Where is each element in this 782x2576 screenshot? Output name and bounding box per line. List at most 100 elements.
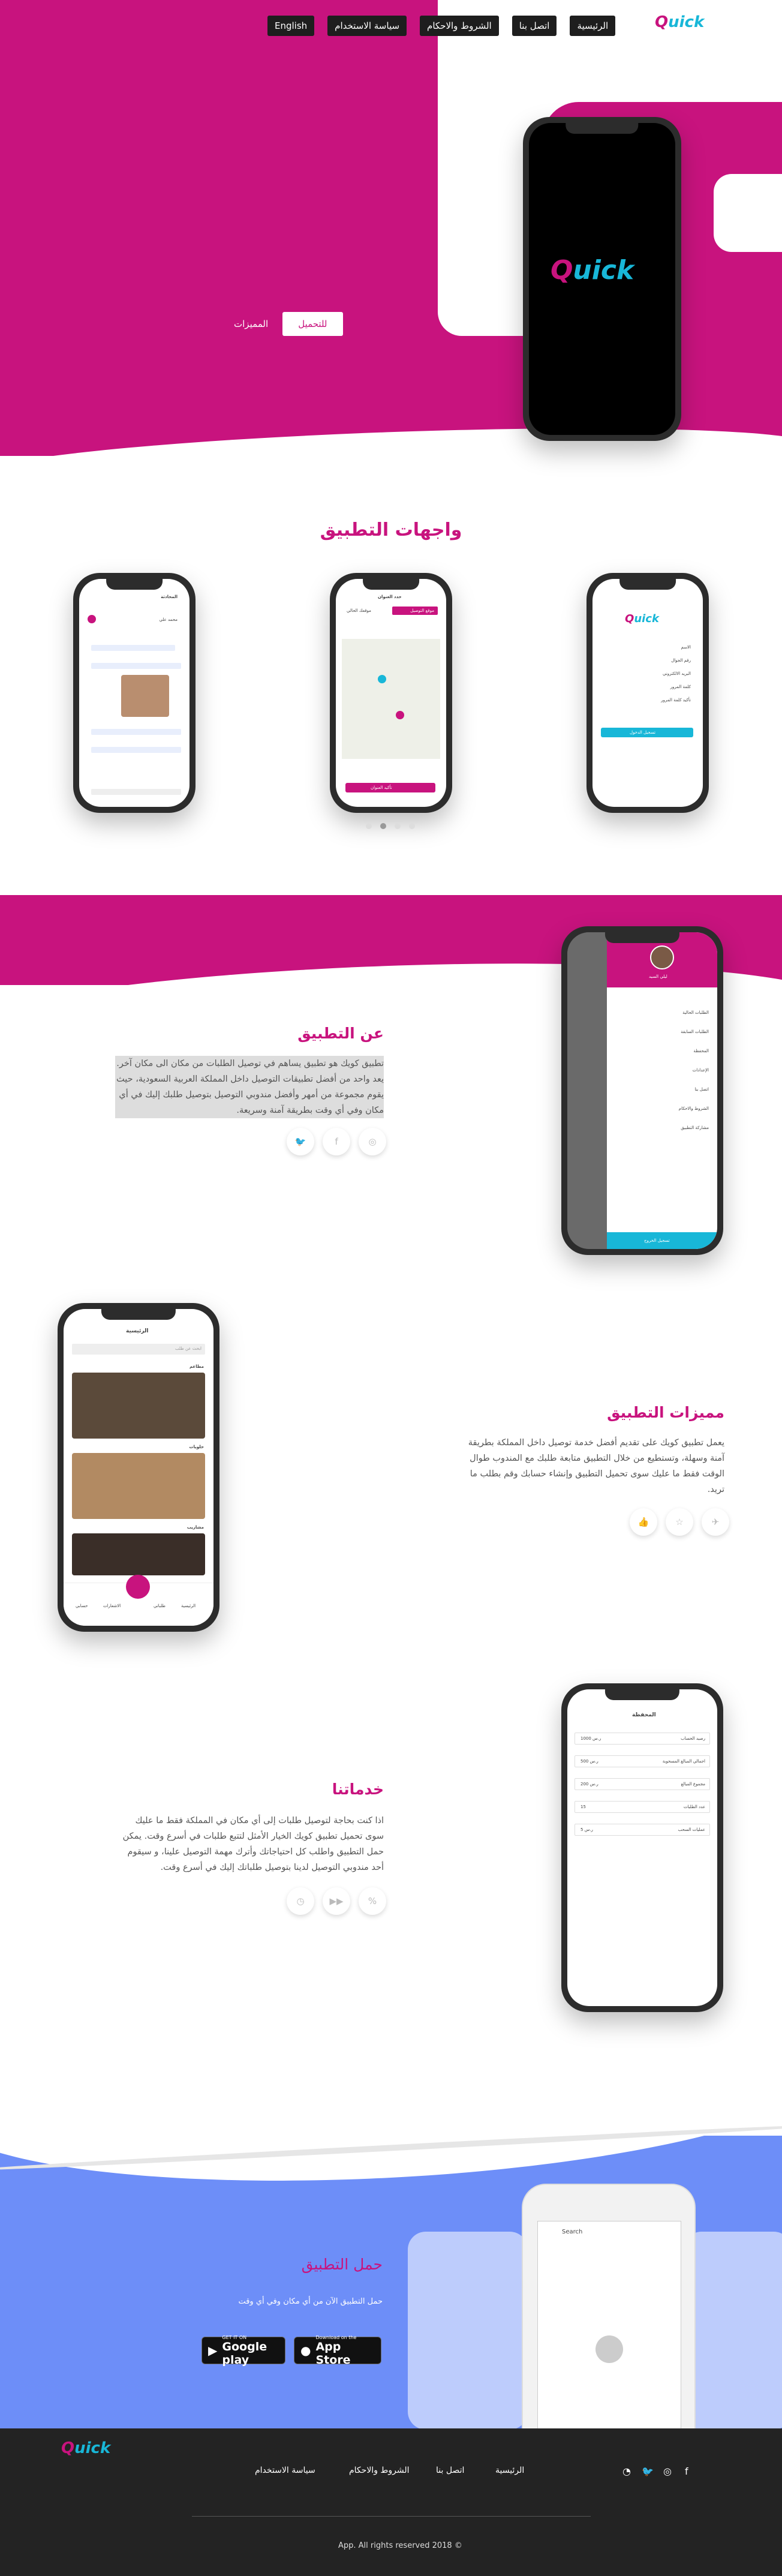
footer-contact[interactable]: اتصل بنا — [436, 2466, 464, 2475]
chat-avatar — [88, 615, 96, 623]
delivery-icon: ▶▶ — [323, 1887, 350, 1915]
carousel-dot[interactable] — [366, 823, 372, 829]
home-section-title: مشاريب — [187, 1525, 204, 1530]
features-link[interactable]: المميزات — [234, 319, 268, 329]
home-section-title: حلويات — [189, 1445, 204, 1449]
hero-buttons: المميزات للتحميل — [234, 312, 343, 336]
wallet-row-label: مجموع المبالغ — [681, 1782, 705, 1787]
footer — [0, 2428, 782, 2576]
nav-home[interactable]: الرئيسية — [570, 16, 616, 36]
home-tab-icon[interactable] — [126, 1575, 150, 1599]
wallet-row-label: اجمالي المبالغ المسحوبة — [662, 1759, 705, 1764]
wallet-row-label: عمليات السحب — [678, 1827, 705, 1832]
chat-input[interactable] — [91, 789, 181, 795]
star-icon: ☆ — [666, 1508, 693, 1536]
home-title: الرئيسية — [126, 1328, 149, 1334]
apple-logo-icon — [595, 2335, 623, 2363]
download-phone: Search — [522, 2184, 696, 2431]
footer-divider — [192, 2516, 591, 2517]
about-title: عن التطبيق — [297, 1025, 384, 1042]
download-phone-blur-left — [408, 2232, 528, 2430]
services-text: اذا كنت بحاجة لتوصيل طلبات إلى أي مكان ف… — [122, 1816, 384, 1872]
footer-privacy[interactable]: سياسة الاستخدام — [255, 2466, 315, 2475]
facebook-icon[interactable]: f — [685, 2466, 688, 2477]
footer-logo[interactable]: Quick — [61, 2439, 110, 2457]
tab-home[interactable]: الرئيسية — [181, 1604, 196, 1608]
whatsapp-icon[interactable]: ◔ — [622, 2466, 631, 2477]
nav-privacy[interactable]: سياسة الاستخدام — [327, 16, 407, 36]
chat-name: محمد علي — [159, 617, 178, 622]
home-phone: الرئيسية ابحث عن طلب مطاعم حلويات مشاريب… — [58, 1303, 219, 1632]
wallet-row-value: 1000 ر.س — [581, 1736, 601, 1741]
login-phone: Quick الاسم رقم الجوال البريد الالكتروني… — [586, 573, 709, 813]
wallet-row-label: عدد الطلبات — [683, 1805, 705, 1809]
home-section-title: مطاعم — [189, 1364, 204, 1369]
top-nav: English سياسة الاستخدام الشروط والاحكام … — [267, 16, 616, 36]
tab-orders[interactable]: طلباتي — [154, 1604, 166, 1608]
map-tab-current[interactable]: موقعك الحالي — [347, 608, 371, 613]
nav-terms[interactable]: الشروط والاحكام — [420, 16, 499, 36]
chat-phone: المحادثة محمد علي — [73, 573, 196, 813]
side-menu: ليلي السيد الطلبات الحالية الطلبات الساب… — [607, 932, 717, 1249]
hero-phone-screen: Quick — [529, 123, 675, 435]
chat-title: المحادثة — [161, 595, 178, 599]
features-icons: 👍 ☆ ✈ — [630, 1508, 729, 1536]
nav-contact[interactable]: اتصل بنا — [512, 16, 557, 36]
menu-item[interactable]: مشاركة التطبيق — [681, 1125, 709, 1130]
features-text: يعمل تطبيق كويك على تقديم أفضل خدمة توصي… — [468, 1438, 724, 1494]
map-tab-delivery[interactable]: موقع التوصيل — [410, 608, 434, 613]
tab-account[interactable]: حسابي — [76, 1604, 88, 1608]
download-phone-blur-right — [684, 2232, 782, 2430]
thumbs-up-icon: 👍 — [630, 1508, 657, 1536]
wallet-row-value: 500 ر.س — [581, 1759, 598, 1764]
instagram-icon[interactable]: ◎ — [663, 2466, 672, 2477]
carousel-dots — [366, 823, 415, 829]
map-pin-icon — [378, 675, 386, 683]
tag-icon: % — [359, 1887, 386, 1915]
nav-english[interactable]: English — [267, 16, 315, 36]
map-phone: حدد العنوان موقع التوصيل موقعك الحالي تأ… — [330, 573, 452, 813]
menu-item[interactable]: اتصل بنا — [694, 1087, 709, 1092]
facebook-icon[interactable]: f — [323, 1128, 350, 1155]
menu-item[interactable]: الشروط والاحكام — [679, 1106, 709, 1111]
food-image[interactable] — [72, 1373, 205, 1439]
food-image[interactable] — [72, 1533, 205, 1575]
copyright: App. All rights reserved 2018 © — [338, 2541, 462, 2550]
header-logo[interactable]: Quick — [655, 13, 704, 31]
wallet-row-value: 200 ر.س — [581, 1782, 598, 1787]
map-view[interactable] — [342, 639, 440, 759]
wallet-title: المحفظة — [632, 1712, 656, 1718]
footer-terms[interactable]: الشروط والاحكام — [349, 2466, 409, 2475]
apple-icon: ● — [300, 2343, 311, 2358]
features-title: مميزات التطبيق — [607, 1404, 724, 1421]
menu-item[interactable]: الطلبات السابقة — [681, 1029, 709, 1034]
footer-home[interactable]: الرئيسية — [495, 2466, 524, 2475]
app-store-button[interactable]: ● Download on the App Store — [294, 2335, 381, 2367]
clock-icon: ◷ — [287, 1887, 314, 1915]
food-image[interactable] — [72, 1453, 205, 1519]
download-subtitle: حمل التطبيق الآن من أي مكان وفي أي وقت — [238, 2297, 383, 2306]
services-title: خدماتنا — [332, 1781, 384, 1798]
download-phone-search: Search — [562, 2229, 583, 2235]
carousel-dot[interactable] — [409, 823, 415, 829]
twitter-icon[interactable]: 🐦 — [287, 1128, 314, 1155]
wallet-row-value: 5 ر.س — [581, 1827, 593, 1832]
menu-item[interactable]: المحفظة — [693, 1049, 709, 1053]
twitter-icon[interactable]: 🐦 — [642, 2466, 654, 2477]
map-pin-icon — [396, 711, 404, 719]
carousel-dot[interactable] — [380, 823, 386, 829]
instagram-icon[interactable]: ◎ — [359, 1128, 386, 1155]
map-title: حدد العنوان — [378, 595, 402, 599]
wallet-row-label: رصيد الحساب — [681, 1736, 705, 1741]
carousel-dot[interactable] — [395, 823, 401, 829]
menu-item[interactable]: الطلبات الحالية — [682, 1010, 709, 1015]
services-icons: ◷ ▶▶ % — [287, 1887, 386, 1915]
google-play-icon: ▶ — [208, 2343, 218, 2358]
google-play-button[interactable]: ▶ GET IT ON Google play — [201, 2335, 285, 2367]
download-button[interactable]: للتحميل — [282, 312, 343, 336]
hero-phone-logo: Quick — [551, 255, 634, 286]
rocket-icon: ✈ — [702, 1508, 729, 1536]
menu-item[interactable]: الإعدادات — [693, 1068, 709, 1073]
tab-notifications[interactable]: الاشعارات — [103, 1604, 121, 1608]
about-text: تطبيق كويك هو تطبيق يساهم في توصيل الطلب… — [115, 1056, 384, 1118]
